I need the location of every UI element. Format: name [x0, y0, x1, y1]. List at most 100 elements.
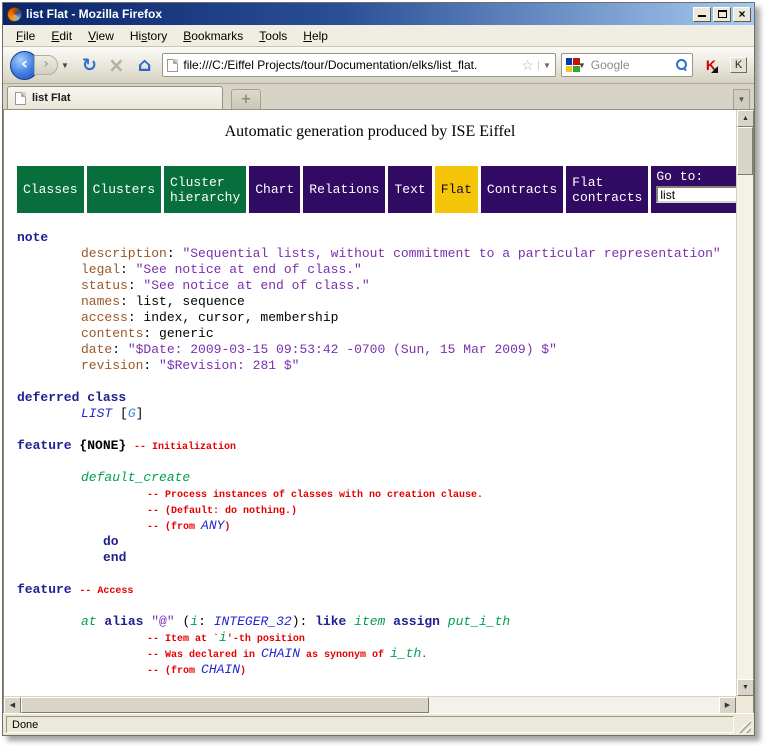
code-line: contents: generic	[17, 326, 736, 342]
scroll-right-button[interactable]: ▶	[719, 697, 736, 714]
firefox-window: list Flat - Mozilla Firefox × FileEditVi…	[2, 2, 755, 736]
new-tab-button[interactable]: +	[231, 89, 261, 109]
k-addon-button[interactable]: K	[730, 57, 747, 73]
search-box[interactable]: ▼	[561, 53, 693, 77]
code-line: description: "Sequential lists, without …	[17, 246, 736, 262]
resize-grip[interactable]	[737, 719, 751, 733]
menu-bar: FileEditViewHistoryBookmarksToolsHelp	[3, 25, 754, 47]
search-input[interactable]	[589, 57, 673, 73]
window-title: list Flat - Mozilla Firefox	[26, 7, 691, 21]
kaspersky-icon[interactable]: K	[706, 58, 716, 72]
menu-history[interactable]: History	[123, 27, 174, 45]
browser-content: Automatic generation produced by ISE Eif…	[3, 110, 754, 713]
vertical-scroll-thumb[interactable]	[737, 127, 753, 175]
menu-bookmarks[interactable]: Bookmarks	[176, 27, 250, 45]
maximize-button[interactable]	[713, 7, 731, 22]
code-line: date: "$Date: 2009-03-15 09:53:42 -0700 …	[17, 342, 736, 358]
page-title: Automatic generation produced by ISE Eif…	[4, 123, 736, 141]
tab-list-flat[interactable]: list Flat	[7, 86, 223, 109]
code-line: -- (Default: do nothing.)	[17, 502, 736, 518]
menu-edit[interactable]: Edit	[44, 27, 79, 45]
close-button[interactable]: ×	[733, 7, 751, 22]
nav-button-chart[interactable]: Chart	[249, 166, 300, 213]
code-line: status: "See notice at end of class."	[17, 278, 736, 294]
nav-button-flat[interactable]: Flat	[435, 166, 478, 213]
code-line: deferred class	[17, 390, 736, 406]
menu-file[interactable]: File	[9, 27, 42, 45]
vertical-scrollbar[interactable]: ▲ ▼	[736, 110, 753, 696]
code-line	[17, 454, 736, 470]
search-magnifier-icon[interactable]	[676, 59, 688, 71]
maximize-icon	[718, 10, 727, 18]
code-line: do	[17, 534, 736, 550]
code-line: -- Process instances of classes with no …	[17, 486, 736, 502]
page-icon	[167, 59, 178, 72]
horizontal-scrollbar[interactable]: ◀ ▶	[4, 696, 736, 713]
tab-page-icon	[15, 92, 26, 105]
minimize-icon	[698, 10, 706, 17]
code-line	[17, 566, 736, 582]
code-line	[17, 374, 736, 390]
code-line	[17, 422, 736, 438]
nav-button-relations[interactable]: Relations	[303, 166, 385, 213]
address-dropdown-icon[interactable]: ▼	[538, 61, 551, 70]
vertical-scroll-track[interactable]	[737, 175, 753, 679]
nav-button-contracts[interactable]: Contracts	[481, 166, 563, 213]
code-line: access: index, cursor, membership	[17, 310, 736, 326]
firefox-icon	[7, 7, 22, 22]
search-engine-dropdown-icon[interactable]: ▼	[578, 61, 586, 70]
code-line: revision: "$Revision: 281 $"	[17, 358, 736, 374]
code-line	[17, 598, 736, 614]
doc-nav-button-row: ClassesClustersCluster hierarchyChartRel…	[17, 166, 736, 213]
nav-button-flat-contracts[interactable]: Flat contracts	[566, 166, 648, 213]
close-icon: ×	[738, 9, 745, 19]
code-line: -- Was declared in CHAIN as synonym of i…	[17, 646, 736, 662]
code-line: -- (from ANY)	[17, 518, 736, 534]
scroll-left-button[interactable]: ◀	[4, 697, 21, 714]
nav-button-cluster-hierarchy[interactable]: Cluster hierarchy	[164, 166, 246, 213]
navigation-toolbar: ‹ › ▼ ↻ × ⌂ file:///C:/Eiffel Projects/t…	[3, 47, 754, 84]
address-bar[interactable]: file:///C:/Eiffel Projects/tour/Document…	[162, 53, 555, 77]
code-line: -- (from CHAIN)	[17, 662, 736, 678]
tab-strip: list Flat + ▼	[3, 84, 754, 110]
page-content: Automatic generation produced by ISE Eif…	[4, 110, 736, 696]
code-line: LIST [G]	[17, 406, 736, 422]
goto-label: Go to:	[656, 169, 736, 184]
status-bar: Done	[3, 713, 754, 735]
code-line: -- Item at `i'-th position	[17, 630, 736, 646]
tab-label: list Flat	[32, 92, 71, 104]
goto-input[interactable]	[656, 186, 736, 203]
scroll-up-button[interactable]: ▲	[737, 110, 754, 127]
title-bar: list Flat - Mozilla Firefox ×	[3, 3, 754, 25]
scrollbar-corner	[736, 696, 753, 713]
code-line: feature -- Access	[17, 582, 736, 598]
code-block: notedescription: "Sequential lists, with…	[17, 230, 736, 678]
horizontal-scroll-track[interactable]	[429, 697, 719, 713]
goto-block: Go to:	[651, 166, 736, 213]
status-text: Done	[6, 716, 734, 733]
list-all-tabs-button[interactable]: ▼	[733, 89, 750, 109]
scroll-down-button[interactable]: ▼	[737, 679, 754, 696]
nav-button-text[interactable]: Text	[388, 166, 431, 213]
code-line: names: list, sequence	[17, 294, 736, 310]
home-button[interactable]: ⌂	[138, 56, 152, 75]
code-line: default_create	[17, 470, 736, 486]
menu-view[interactable]: View	[81, 27, 121, 45]
code-line: feature {NONE} -- Initialization	[17, 438, 736, 454]
menu-help[interactable]: Help	[296, 27, 335, 45]
code-line: note	[17, 230, 736, 246]
code-line: end	[17, 550, 736, 566]
bookmark-star-icon[interactable]: ☆	[521, 58, 534, 72]
reload-button[interactable]: ↻	[82, 55, 97, 76]
forward-button[interactable]: ›	[34, 55, 58, 75]
code-line: legal: "See notice at end of class."	[17, 262, 736, 278]
nav-button-classes[interactable]: Classes	[17, 166, 84, 213]
horizontal-scroll-thumb[interactable]	[21, 697, 429, 713]
stop-button[interactable]: ×	[108, 55, 125, 75]
minimize-button[interactable]	[693, 7, 711, 22]
code-line: at alias "@" (i: INTEGER_32): like item …	[17, 614, 736, 630]
menu-tools[interactable]: Tools	[252, 27, 294, 45]
history-dropdown-icon[interactable]: ▼	[61, 61, 69, 70]
nav-button-clusters[interactable]: Clusters	[87, 166, 161, 213]
url-text[interactable]: file:///C:/Eiffel Projects/tour/Document…	[183, 58, 516, 72]
